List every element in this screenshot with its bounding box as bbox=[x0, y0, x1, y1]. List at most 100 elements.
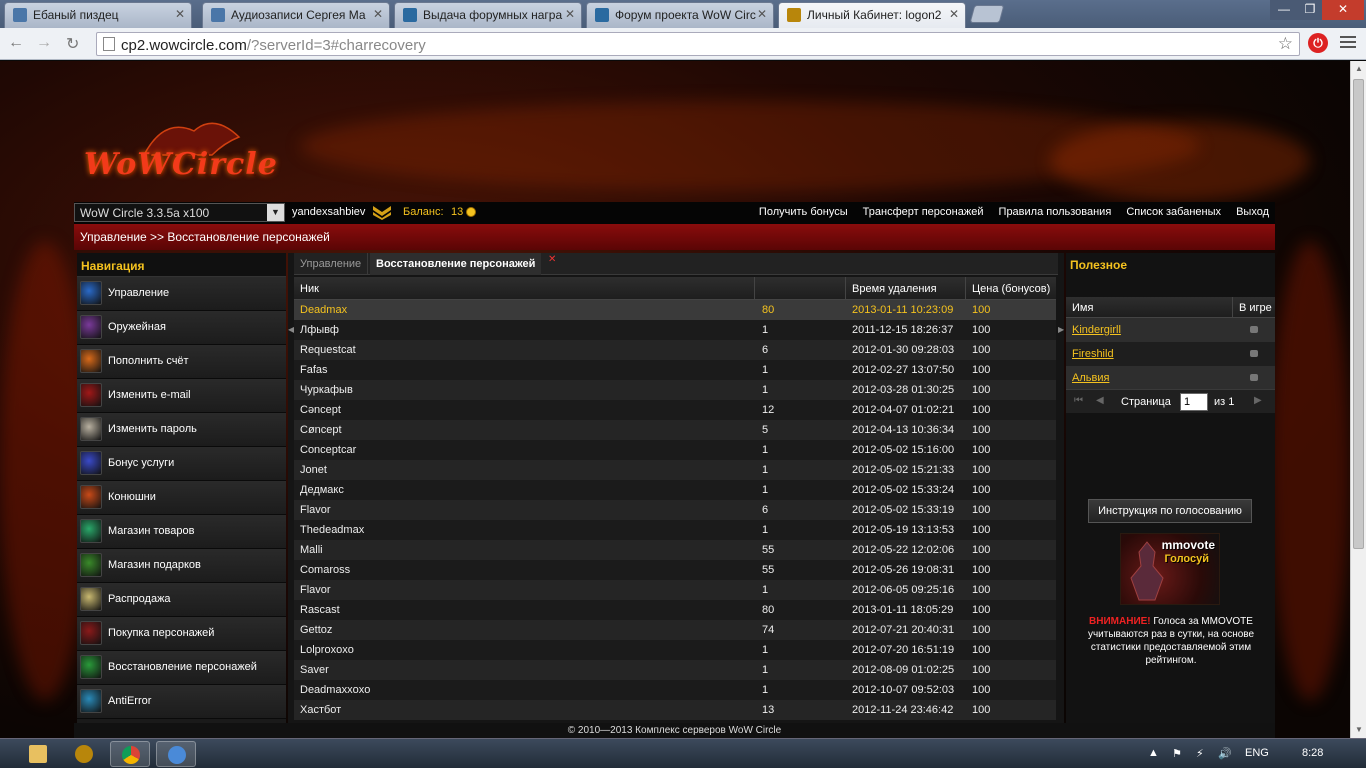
server-select[interactable]: WoW Circle 3.3.5a x100 ▼ bbox=[74, 203, 285, 222]
close-tab-icon[interactable]: ✕ bbox=[949, 7, 959, 21]
menu-icon[interactable] bbox=[1340, 36, 1356, 51]
power-icon[interactable]: ⚡ bbox=[1196, 747, 1204, 760]
column-name[interactable]: Имя bbox=[1072, 302, 1093, 314]
cell-nick: Saver bbox=[300, 664, 329, 676]
language-indicator[interactable]: ENG bbox=[1245, 747, 1269, 759]
cell-price: 100 bbox=[972, 364, 991, 376]
nav-item[interactable]: Оружейная bbox=[77, 311, 286, 345]
back-icon[interactable]: ← bbox=[8, 34, 24, 52]
browser-tab[interactable]: Аудиозаписи Сергея Ма ✕ bbox=[202, 2, 390, 28]
player-link[interactable]: Альвия bbox=[1072, 372, 1109, 384]
browser-tab[interactable]: Выдача форумных награ ✕ bbox=[394, 2, 582, 28]
column-price[interactable]: Цена (бонусов) bbox=[972, 283, 1050, 295]
player-link[interactable]: Kindergirll bbox=[1072, 324, 1121, 336]
nav-item[interactable]: Магазин подарков bbox=[77, 549, 286, 583]
close-tab-icon[interactable]: ✕ bbox=[548, 254, 556, 265]
chevron-down-icon[interactable]: ▼ bbox=[267, 204, 284, 221]
forward-icon[interactable]: → bbox=[36, 34, 52, 52]
page-scrollbar[interactable]: ▲ ▼ bbox=[1350, 61, 1366, 738]
nav-item[interactable]: Конюшни bbox=[77, 481, 286, 515]
first-page-icon[interactable]: ⏮ bbox=[1074, 395, 1083, 406]
nav-item[interactable]: Бонус услуги bbox=[77, 447, 286, 481]
prev-page-icon[interactable]: ◀ bbox=[1096, 395, 1104, 406]
table-row[interactable]: Fafas 1 2012-02-27 13:07:50 100 bbox=[294, 360, 1056, 380]
table-row[interactable]: Дедмакс 1 2012-05-02 15:33:24 100 bbox=[294, 480, 1056, 500]
nav-item[interactable]: Распродажа bbox=[77, 583, 286, 617]
browser-tab[interactable]: Личный Кабинет: logon2 ✕ bbox=[778, 2, 966, 28]
minimize-button[interactable]: — bbox=[1270, 0, 1298, 20]
bookmark-star-icon[interactable]: ☆ bbox=[1278, 34, 1293, 54]
scroll-down-icon[interactable]: ▼ bbox=[1355, 725, 1363, 734]
new-tab-button[interactable] bbox=[969, 5, 1005, 23]
explorer-taskbar-button[interactable] bbox=[18, 741, 58, 767]
link-get-bonuses[interactable]: Получить бонусы bbox=[759, 206, 848, 218]
close-tab-icon[interactable]: ✕ bbox=[175, 7, 185, 21]
close-tab-icon[interactable]: ✕ bbox=[565, 7, 575, 21]
link-ban-list[interactable]: Список забаненых bbox=[1126, 206, 1221, 218]
nav-item[interactable]: Управление bbox=[77, 277, 286, 311]
table-row[interactable]: Gettoz 74 2012-07-21 20:40:31 100 bbox=[294, 620, 1056, 640]
nav-item[interactable]: Покупка персонажей bbox=[77, 617, 286, 651]
tab-management[interactable]: Управление bbox=[294, 253, 369, 275]
collapse-right-icon[interactable]: ▶ bbox=[1058, 325, 1064, 334]
table-row[interactable]: Conceptcar 1 2012-05-02 15:16:00 100 bbox=[294, 440, 1056, 460]
cell-level: 1 bbox=[762, 364, 769, 376]
column-deletion-time[interactable]: Время удаления bbox=[852, 283, 937, 295]
link-character-transfer[interactable]: Трансферт персонажей bbox=[863, 206, 984, 218]
app-taskbar-button[interactable] bbox=[156, 741, 196, 767]
page-input[interactable]: 1 bbox=[1180, 393, 1208, 411]
clock[interactable]: 8:28 bbox=[1302, 747, 1323, 759]
wow-taskbar-button[interactable] bbox=[64, 741, 104, 767]
network-icon[interactable]: ⚑ bbox=[1172, 747, 1182, 760]
table-row[interactable]: Jonet 1 2012-05-02 15:21:33 100 bbox=[294, 460, 1056, 480]
nav-item[interactable]: Изменить e-mail bbox=[77, 379, 286, 413]
link-logout[interactable]: Выход bbox=[1236, 206, 1269, 218]
address-bar[interactable]: cp2.wowcircle.com/?serverId=3#charrecove… bbox=[96, 32, 1300, 56]
tab-character-recovery[interactable]: Восстановление персонажей bbox=[370, 253, 542, 275]
main-panel: ◀ ▶ Управление Восстановление персонажей… bbox=[288, 253, 1064, 724]
scroll-up-icon[interactable]: ▲ bbox=[1355, 64, 1363, 73]
close-tab-icon[interactable]: ✕ bbox=[757, 7, 767, 21]
table-row[interactable]: Cəncept 12 2012-04-07 01:02:21 100 bbox=[294, 400, 1056, 420]
table-row[interactable]: Чуркафыв 1 2012-03-28 01:30:25 100 bbox=[294, 380, 1056, 400]
site-logo[interactable]: WoWCircle bbox=[84, 117, 277, 187]
volume-icon[interactable]: 🔊 bbox=[1218, 747, 1232, 760]
table-row[interactable]: Лфывф 1 2011-12-15 18:26:37 100 bbox=[294, 320, 1056, 340]
link-rules[interactable]: Правила пользования bbox=[999, 206, 1112, 218]
table-row[interactable]: Comaross 55 2012-05-26 19:08:31 100 bbox=[294, 560, 1056, 580]
nav-item[interactable]: Магазин товаров bbox=[77, 515, 286, 549]
close-tab-icon[interactable]: ✕ bbox=[373, 7, 383, 21]
table-row[interactable]: Deadmaxxoxo 1 2012-10-07 09:52:03 100 bbox=[294, 680, 1056, 700]
mmovote-banner[interactable]: mmovote Голосуй bbox=[1120, 533, 1220, 605]
tray-arrow-icon[interactable]: ▲ bbox=[1148, 747, 1159, 759]
table-row[interactable]: Lolproxoxo 1 2012-07-20 16:51:19 100 bbox=[294, 640, 1056, 660]
table-row[interactable]: Saver 1 2012-08-09 01:02:25 100 bbox=[294, 660, 1056, 680]
table-row[interactable]: Cøncept 5 2012-04-13 10:36:34 100 bbox=[294, 420, 1056, 440]
vote-instructions-button[interactable]: Инструкция по голосованию bbox=[1088, 499, 1252, 523]
table-row[interactable]: Flavor 6 2012-05-02 15:33:19 100 bbox=[294, 500, 1056, 520]
column-nick[interactable]: Ник bbox=[300, 283, 319, 295]
nav-item[interactable]: Восстановление персонажей bbox=[77, 651, 286, 685]
table-row[interactable]: Thedeadmax 1 2012-05-19 13:13:53 100 bbox=[294, 520, 1056, 540]
table-row[interactable]: Хастбот 13 2012-11-24 23:46:42 100 bbox=[294, 700, 1056, 720]
chrome-taskbar-button[interactable] bbox=[110, 741, 150, 767]
antierror-icon bbox=[80, 689, 102, 713]
scrollbar-thumb[interactable] bbox=[1353, 79, 1364, 549]
table-row[interactable]: Requestcat 6 2012-01-30 09:28:03 100 bbox=[294, 340, 1056, 360]
table-row[interactable]: Malli 55 2012-05-22 12:02:06 100 bbox=[294, 540, 1056, 560]
reload-icon[interactable]: ↻ bbox=[66, 34, 79, 54]
table-row[interactable]: Flavor 1 2012-06-05 09:25:16 100 bbox=[294, 580, 1056, 600]
browser-tab[interactable]: Форум проекта WoW Circ ✕ bbox=[586, 2, 774, 28]
maximize-button[interactable]: ❐ bbox=[1298, 0, 1322, 20]
browser-tab[interactable]: Ебаный пиздец ✕ bbox=[4, 2, 192, 28]
table-row[interactable]: Deadmax 80 2013-01-11 10:23:09 100 bbox=[294, 300, 1056, 320]
table-row[interactable]: Rascast 80 2013-01-11 18:05:29 100 bbox=[294, 600, 1056, 620]
nav-item[interactable]: AntiError bbox=[77, 685, 286, 719]
player-link[interactable]: Fireshild bbox=[1072, 348, 1114, 360]
close-window-button[interactable]: ✕ bbox=[1322, 0, 1364, 20]
extension-icon[interactable]: ⏻ bbox=[1308, 33, 1328, 53]
next-page-icon[interactable]: ▶ bbox=[1254, 395, 1262, 406]
nav-item[interactable]: Изменить пароль bbox=[77, 413, 286, 447]
nav-item[interactable]: Пополнить счёт bbox=[77, 345, 286, 379]
column-ingame[interactable]: В игре bbox=[1239, 302, 1272, 314]
